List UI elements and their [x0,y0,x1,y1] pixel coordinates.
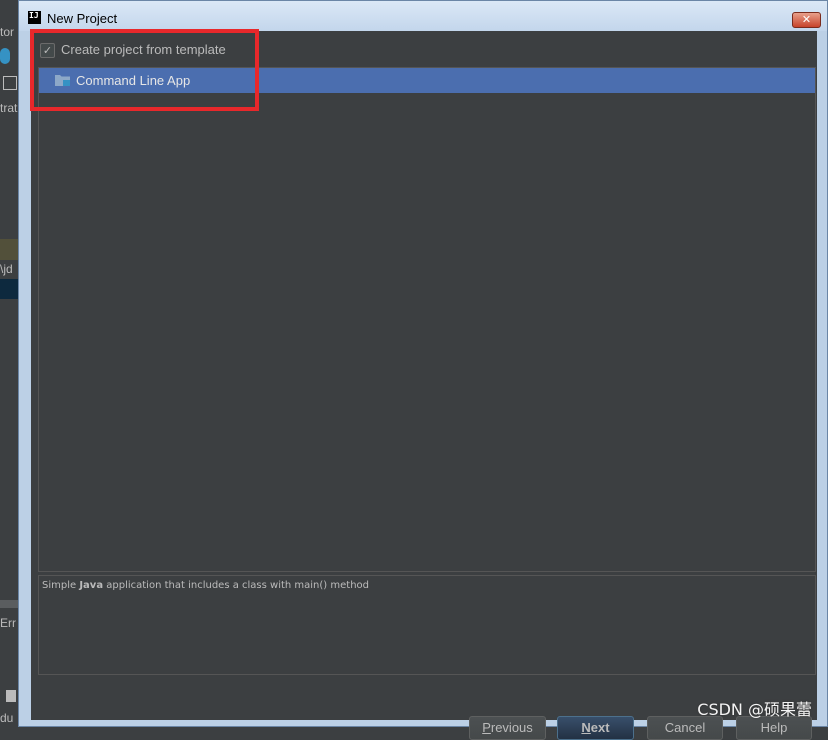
ide-fragment: du [0,711,14,725]
previous-label: revious [490,720,533,735]
ide-highlight-row [0,239,20,260]
template-description: Simple Java application that includes a … [38,575,816,675]
intellij-app-icon: IJ [28,11,41,24]
new-project-dialog: IJ New Project ✕ ✓ Create project from t… [18,0,828,740]
next-button[interactable]: Next [557,716,634,740]
ide-fragment: tor [0,25,15,39]
dialog-title: New Project [47,11,118,26]
description-emphasis: Java [79,580,104,591]
ide-scrollbar [0,600,20,608]
dialog-titlebar[interactable]: IJ New Project ✕ [19,1,827,31]
close-button[interactable]: ✕ [792,12,821,28]
description-suffix: application that includes a class with m… [103,580,369,591]
template-item-label: Command Line App [76,73,191,88]
ide-class-icon [0,48,10,64]
ide-align-icon [3,76,17,90]
background-ide-window: tor trat \jd Err du [0,0,20,727]
ide-selected-row [0,279,20,299]
next-label: ext [590,720,610,735]
template-list[interactable]: Command Line App [38,67,816,572]
create-from-template-checkbox[interactable]: ✓ [40,43,55,58]
dialog-content: ✓ Create project from template Command L… [31,31,817,740]
ide-fragment: Err [0,616,16,630]
ide-fragment: trat [0,101,18,115]
previous-mnemonic: P [482,720,491,735]
description-prefix: Simple [42,580,80,591]
template-item-command-line-app[interactable]: Command Line App [39,68,815,93]
create-from-template-label[interactable]: Create project from template [61,42,226,57]
previous-button[interactable]: Previous [469,716,546,740]
csdn-watermark: CSDN @硕果蕾 [697,700,812,719]
folder-icon [55,75,70,86]
next-mnemonic: N [581,720,591,735]
ide-fragment: \jd [0,262,13,276]
ide-terminal-icon [6,690,16,702]
